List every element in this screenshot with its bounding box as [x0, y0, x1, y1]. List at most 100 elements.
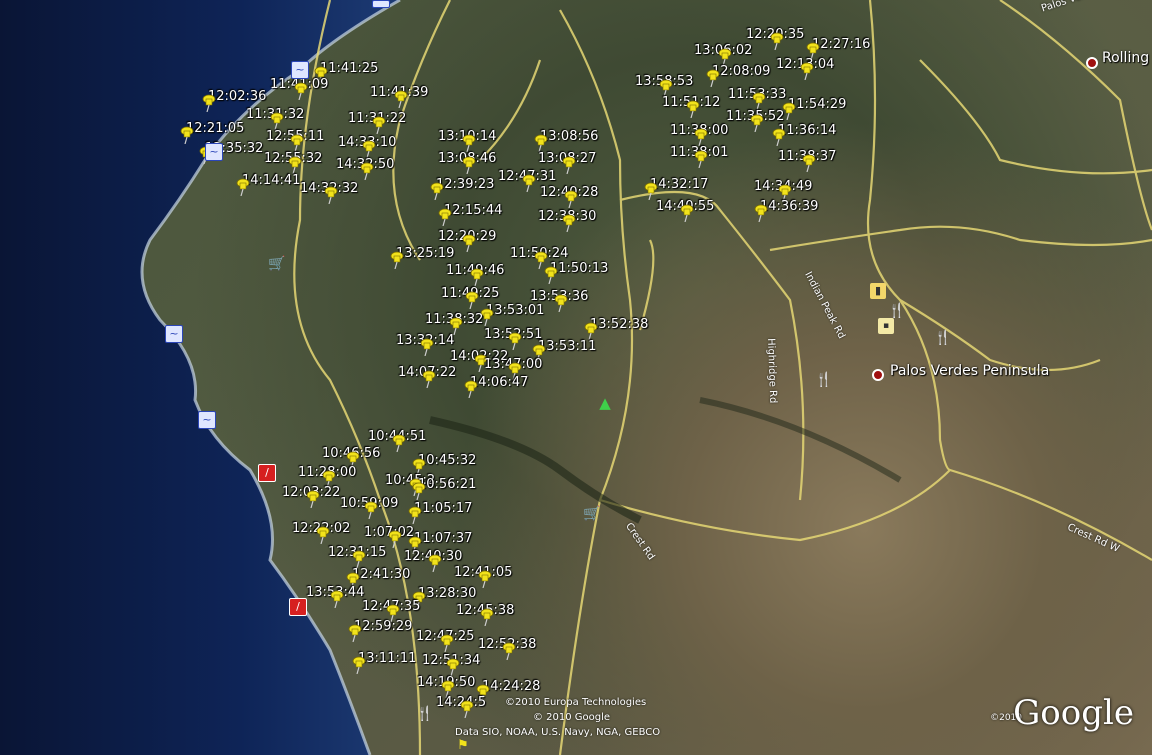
pushpin-icon[interactable] [446, 658, 460, 676]
pushpin-icon[interactable] [388, 530, 402, 548]
placemark-label[interactable]: 10:56:21 [418, 478, 476, 492]
restaurant-icon[interactable]: 🍴 [888, 303, 905, 319]
pushpin-icon[interactable] [430, 182, 444, 200]
google-logo[interactable]: Google [1013, 693, 1134, 733]
placemark-label[interactable]: 12:08:09 [712, 65, 770, 79]
place-marker-rolling[interactable] [1086, 57, 1098, 69]
pushpin-icon[interactable] [694, 128, 708, 146]
pushpin-icon[interactable] [508, 332, 522, 350]
pushpin-icon[interactable] [392, 434, 406, 452]
pushpin-icon[interactable] [502, 642, 516, 660]
pushpin-icon[interactable] [422, 370, 436, 388]
pushpin-icon[interactable] [752, 92, 766, 110]
pushpin-icon[interactable] [294, 82, 308, 100]
placemark-label[interactable]: 13:11:11 [358, 652, 416, 666]
placemark-label[interactable]: 10:45:32 [418, 454, 476, 468]
pushpin-icon[interactable] [180, 126, 194, 144]
pushpin-icon[interactable] [462, 134, 476, 152]
surf-spot-icon[interactable]: ~ [291, 61, 309, 79]
placemark-label[interactable]: 14:36:39 [760, 200, 818, 214]
info-icon[interactable]: ▪ [878, 318, 894, 334]
restaurant-icon[interactable]: 🍴 [815, 372, 832, 388]
pushpin-icon[interactable] [394, 90, 408, 108]
pushpin-icon[interactable] [465, 291, 479, 309]
book-icon[interactable]: ▮ [870, 283, 886, 299]
pushpin-icon[interactable] [462, 234, 476, 252]
pushpin-icon[interactable] [236, 178, 250, 196]
pushpin-icon[interactable] [440, 634, 454, 652]
placemark-label[interactable]: 11:54:29 [788, 98, 846, 112]
placemark-label[interactable]: 11:07:37 [414, 532, 472, 546]
pushpin-icon[interactable] [562, 156, 576, 174]
pushpin-icon[interactable] [288, 156, 302, 174]
pushpin-icon[interactable] [352, 550, 366, 568]
surf-spot-icon[interactable]: ~ [205, 143, 223, 161]
pushpin-icon[interactable] [460, 700, 474, 718]
pushpin-icon[interactable] [686, 100, 700, 118]
placemark-label[interactable]: 12:39:23 [436, 178, 494, 192]
shopping-cart-icon[interactable]: 🛒 [268, 256, 285, 272]
pushpin-icon[interactable] [290, 134, 304, 152]
pushpin-icon[interactable] [554, 294, 568, 312]
placemark-label[interactable]: 12:15:44 [444, 204, 502, 218]
pushpin-icon[interactable] [772, 128, 786, 146]
placemark-label[interactable]: 12:41:30 [352, 568, 410, 582]
surf-spot-icon[interactable] [372, 0, 390, 8]
placemark-label[interactable]: 11:50:13 [550, 262, 608, 276]
place-label-palos-verdes[interactable]: Palos Verdes Peninsula [890, 363, 1049, 379]
restaurant-icon[interactable]: 🍴 [416, 706, 433, 722]
placemark-label[interactable]: 11:36:14 [778, 124, 836, 138]
pushpin-icon[interactable] [348, 624, 362, 642]
placemark-label[interactable]: 12:21:05 [186, 122, 244, 136]
place-marker-palos-verdes[interactable] [872, 369, 884, 381]
pushpin-icon[interactable] [544, 266, 558, 284]
pushpin-icon[interactable] [802, 154, 816, 172]
pushpin-icon[interactable] [202, 94, 216, 112]
pushpin-icon[interactable] [694, 150, 708, 168]
pushpin-icon[interactable] [564, 190, 578, 208]
pushpin-icon[interactable] [770, 32, 784, 50]
placemark-label[interactable]: 14:32:17 [650, 178, 708, 192]
placemark-label[interactable]: 14:06:47 [470, 376, 528, 390]
pushpin-icon[interactable] [584, 322, 598, 340]
pushpin-icon[interactable] [408, 506, 422, 524]
surf-spot-icon[interactable]: ~ [198, 411, 216, 429]
pushpin-icon[interactable] [390, 251, 404, 269]
place-label-rolling[interactable]: Rolling [1102, 50, 1149, 66]
placemark-label[interactable]: 13:53:11 [538, 340, 596, 354]
pushpin-icon[interactable] [800, 62, 814, 80]
pushpin-icon[interactable] [352, 656, 366, 674]
pushpin-icon[interactable] [754, 204, 768, 222]
pushpin-icon[interactable] [680, 204, 694, 222]
pushpin-icon[interactable] [750, 114, 764, 132]
pushpin-icon[interactable] [644, 182, 658, 200]
pushpin-icon[interactable] [412, 482, 426, 500]
pushpin-icon[interactable] [324, 186, 338, 204]
placemark-label[interactable]: 13:53:01 [486, 304, 544, 318]
pushpin-icon[interactable] [428, 554, 442, 572]
pushpin-icon[interactable] [534, 134, 548, 152]
placemark-label[interactable]: 12:27:16 [812, 38, 870, 52]
pushpin-icon[interactable] [270, 112, 284, 130]
pushpin-icon[interactable] [362, 140, 376, 158]
placemark-label[interactable]: 13:28:30 [418, 587, 476, 601]
pushpin-icon[interactable] [562, 214, 576, 232]
placemark-label[interactable]: 13:08:56 [540, 130, 598, 144]
dive-flag-icon[interactable]: / [289, 598, 307, 616]
pushpin-icon[interactable] [330, 590, 344, 608]
pushpin-icon[interactable] [372, 116, 386, 134]
placemark-label[interactable]: 14:24:28 [482, 680, 540, 694]
flag-icon[interactable]: ⚑ [455, 738, 471, 754]
placemark-label[interactable]: 12:02:36 [208, 90, 266, 104]
placemark-label[interactable]: 13:25:19 [396, 247, 454, 261]
pushpin-icon[interactable] [470, 268, 484, 286]
placemark-label[interactable]: 12:59:29 [354, 620, 412, 634]
placemark-label[interactable]: 11:05:17 [414, 502, 472, 516]
pushpin-icon[interactable] [420, 338, 434, 356]
shopping-cart-icon[interactable]: 🛒 [583, 506, 600, 522]
pushpin-icon[interactable] [360, 162, 374, 180]
pushpin-icon[interactable] [438, 208, 452, 226]
dive-flag-icon[interactable]: / [258, 464, 276, 482]
pushpin-icon[interactable] [478, 570, 492, 588]
pushpin-icon[interactable] [706, 69, 720, 87]
